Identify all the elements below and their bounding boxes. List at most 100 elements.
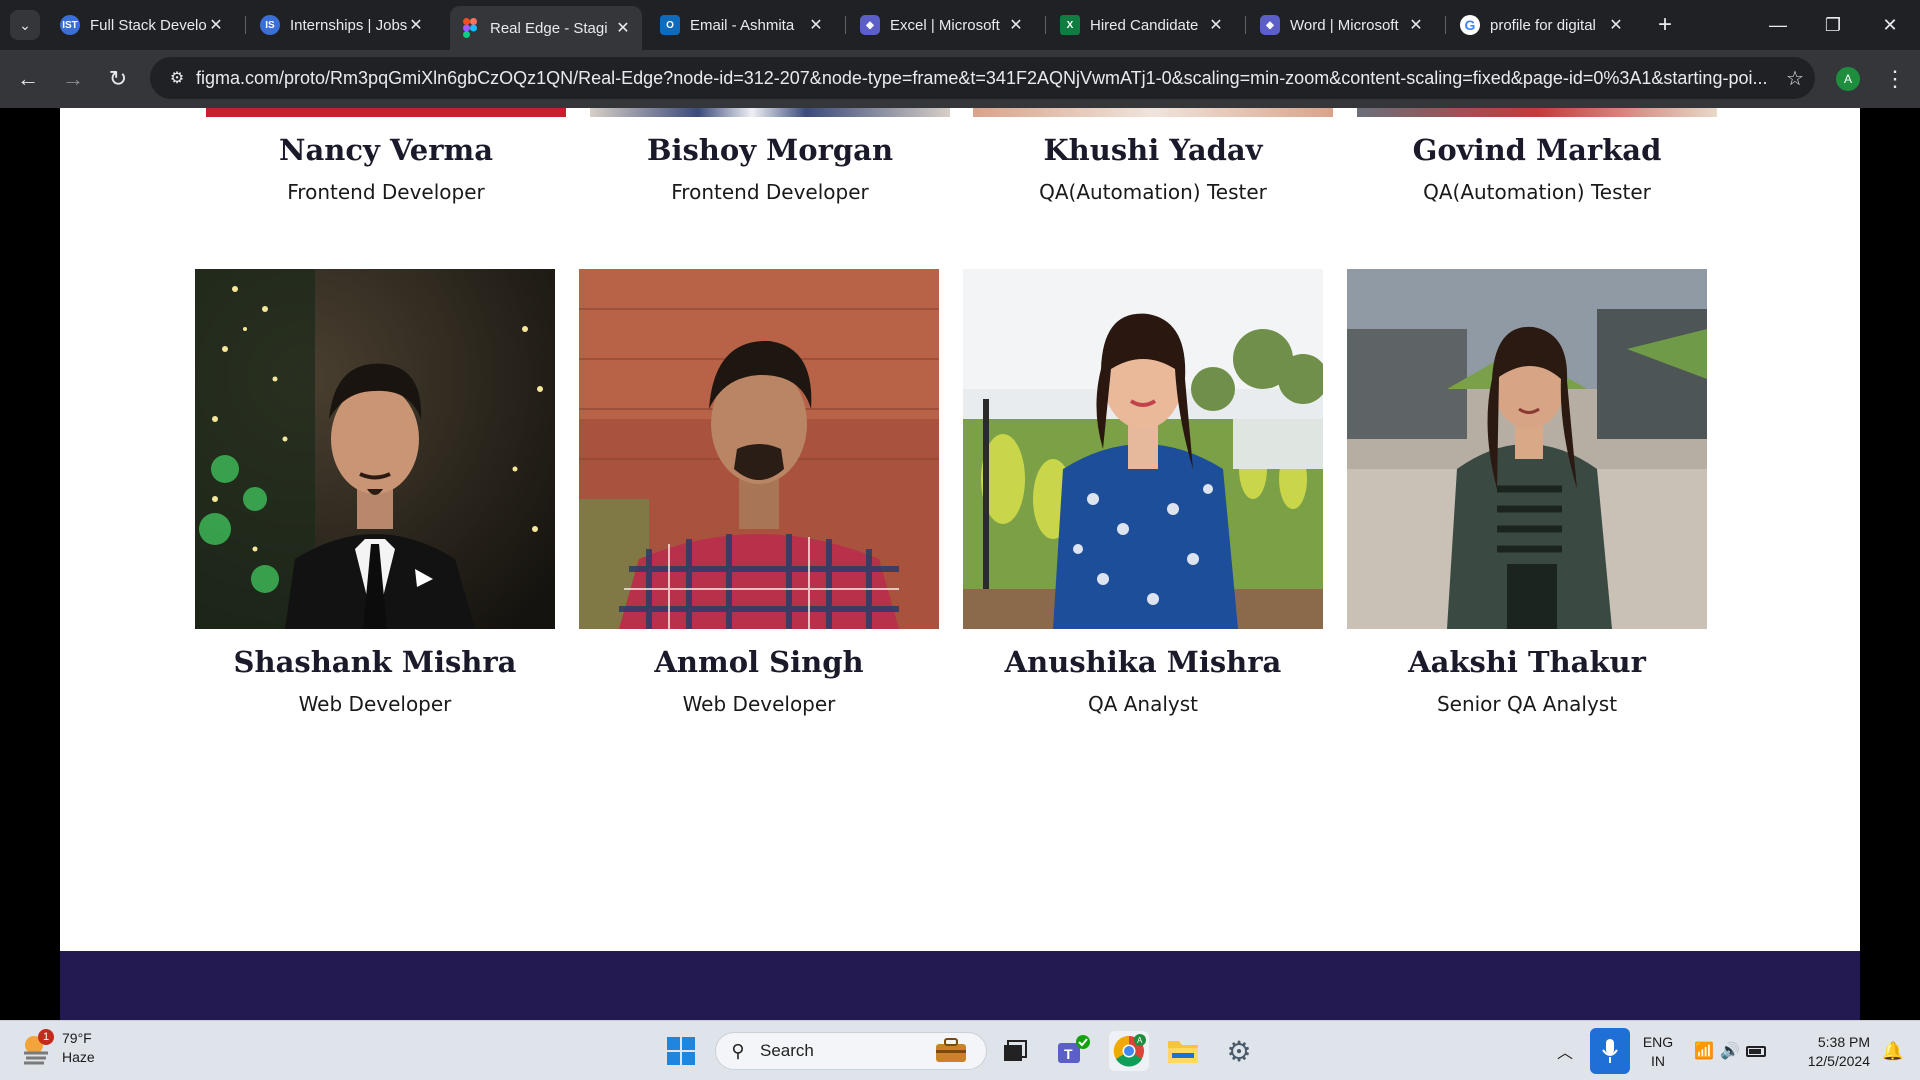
browser-toolbar: ← → ↻ ⚙ figma.com/proto/Rm3pqGmiXln6gbCz… <box>0 50 1920 108</box>
task-view-button[interactable] <box>995 1031 1035 1071</box>
tab-title: Full Stack Develo <box>90 16 207 34</box>
close-icon: ✕ <box>1882 14 1898 35</box>
notification-bell-icon: 🔔 <box>1881 1040 1905 1061</box>
address-bar[interactable]: ⚙ figma.com/proto/Rm3pqGmiXln6gbCzOQz1QN… <box>150 57 1815 99</box>
url-text[interactable]: figma.com/proto/Rm3pqGmiXln6gbCzOQz1QN/R… <box>194 68 1775 89</box>
close-window-button[interactable]: ✕ <box>1870 10 1910 40</box>
shashank-mishra-photo <box>195 269 555 629</box>
tab-google[interactable]: G profile for digital ✕ <box>1450 8 1635 42</box>
copilot-icon: ◆ <box>1260 15 1280 35</box>
settings-button[interactable]: ⚙ <box>1219 1031 1259 1071</box>
taskbar: 1 79°F Haze ⚲ Search T A ⚙ ︿ ENG IN 📶 🔊 … <box>0 1020 1920 1080</box>
tab-divider <box>1045 16 1046 34</box>
chrome-button[interactable]: A <box>1109 1031 1149 1071</box>
close-icon[interactable]: ✕ <box>1607 15 1625 35</box>
new-tab-button[interactable]: + <box>1650 10 1680 40</box>
bookmark-star-icon[interactable]: ☆ <box>1775 66 1815 91</box>
restore-button[interactable]: ❐ <box>1813 10 1853 40</box>
anushika-mishra-photo <box>963 269 1323 629</box>
tab-excel[interactable]: ◆ Excel | Microsoft ✕ <box>850 8 1035 42</box>
haze-weather-icon: 1 <box>20 1029 54 1065</box>
anmol-singh-photo <box>579 269 939 629</box>
reload-button[interactable]: ↻ <box>103 64 133 94</box>
tab-hired-candidate[interactable]: X Hired Candidate ✕ <box>1050 8 1235 42</box>
region-text: IN <box>1651 1053 1665 1069</box>
member-role: QA Analyst <box>1087 692 1199 716</box>
tab-divider <box>845 16 846 34</box>
gear-icon: ⚙ <box>1226 1035 1252 1067</box>
member-name: Aakshi Thakur <box>1408 645 1646 679</box>
volume-icon: 🔊 <box>1720 1043 1740 1060</box>
minimize-icon: — <box>1769 14 1787 35</box>
member-name: Khushi Yadav <box>1043 133 1263 167</box>
site-settings-icon[interactable]: ⚙ <box>160 68 194 88</box>
tab-internships[interactable]: IS Internships | Jobs ✕ <box>250 8 435 42</box>
search-icon: ⚲ <box>731 1040 745 1061</box>
member-role: Web Developer <box>682 692 836 716</box>
profile-avatar[interactable]: A <box>1836 67 1860 91</box>
copilot-icon: ◆ <box>860 15 880 35</box>
notification-center-button[interactable]: 🔔 <box>1878 1031 1908 1071</box>
member-role: QA(Automation) Tester <box>1423 180 1651 204</box>
tab-divider <box>1445 16 1446 34</box>
tab-word[interactable]: ◆ Word | Microsoft ✕ <box>1250 8 1435 42</box>
reload-icon: ↻ <box>108 66 128 91</box>
member-role: Frontend Developer <box>287 180 485 204</box>
member-name: Bishoy Morgan <box>646 133 894 167</box>
wifi-icon: 📶 <box>1694 1043 1714 1060</box>
microphone-button[interactable] <box>1590 1028 1630 1074</box>
restore-icon: ❐ <box>1824 14 1842 35</box>
plus-icon: + <box>1657 11 1672 38</box>
google-icon: G <box>1460 15 1480 35</box>
close-icon[interactable]: ✕ <box>807 15 825 35</box>
time-text: 5:38 PM <box>1817 1034 1870 1050</box>
tab-divider <box>245 16 246 34</box>
teams-button[interactable]: T <box>1053 1031 1093 1071</box>
bishoy-morgan-photo <box>590 108 950 117</box>
clock[interactable]: 5:38 PM 12/5/2024 <box>1790 1033 1870 1071</box>
aakshi-thakur-photo <box>1347 269 1707 629</box>
tab-title: Internships | Jobs <box>290 16 407 34</box>
close-icon[interactable]: ✕ <box>1007 15 1025 35</box>
excel-icon: X <box>1060 15 1080 35</box>
tab-search-button[interactable]: ⌄ <box>10 10 40 40</box>
back-button[interactable]: ← <box>13 64 43 94</box>
file-explorer-button[interactable] <box>1163 1031 1203 1071</box>
close-icon[interactable]: ✕ <box>1207 15 1225 35</box>
tab-full-stack[interactable]: IST Full Stack Develo ✕ <box>50 8 235 42</box>
arrow-right-icon: → <box>62 66 84 91</box>
close-icon[interactable]: ✕ <box>1407 15 1425 35</box>
chrome-icon: A <box>1113 1034 1146 1067</box>
member-name: Anushika Mishra <box>1004 645 1282 679</box>
more-vertical-icon: ⋮ <box>1884 66 1906 91</box>
tab-real-edge[interactable]: Real Edge - Stagi ✕ <box>450 6 642 50</box>
language-text: ENG <box>1642 1034 1674 1050</box>
svg-text:A: A <box>1137 1036 1143 1045</box>
member-role: Frontend Developer <box>671 180 869 204</box>
quick-settings-button[interactable]: 📶 🔊 <box>1690 1031 1770 1071</box>
footer-band <box>60 951 1860 1020</box>
weather-widget[interactable]: 1 79°F Haze <box>20 1029 95 1067</box>
weather-condition-text: Haze <box>62 1049 95 1065</box>
tab-strip: ⌄ IST Full Stack Develo ✕ IS Internships… <box>0 0 1920 50</box>
date-text: 12/5/2024 <box>1807 1053 1870 1069</box>
language-indicator[interactable]: ENG IN <box>1640 1033 1676 1071</box>
tab-title: profile for digital <box>1490 16 1596 34</box>
khushi-yadav-photo <box>973 108 1333 117</box>
close-icon[interactable]: ✕ <box>207 15 225 35</box>
forward-button[interactable]: → <box>58 64 88 94</box>
taskbar-search[interactable]: ⚲ Search <box>715 1032 987 1070</box>
start-button[interactable] <box>661 1031 701 1071</box>
tab-email[interactable]: O Email - Ashmita ✕ <box>650 8 835 42</box>
microphone-icon <box>1602 1039 1618 1063</box>
chevron-up-icon: ︿ <box>1556 1045 1573 1062</box>
close-icon[interactable]: ✕ <box>614 18 632 38</box>
show-hidden-icons-button[interactable]: ︿ <box>1550 1031 1580 1071</box>
tab-title: Excel | Microsoft <box>890 16 1000 34</box>
weather-badge: 1 <box>38 1029 54 1045</box>
member-name: Shashank Mishra <box>233 645 517 679</box>
browser-menu-button[interactable]: ⋮ <box>1880 64 1910 94</box>
close-icon[interactable]: ✕ <box>407 15 425 35</box>
minimize-button[interactable]: — <box>1758 10 1798 40</box>
tab-divider <box>1245 16 1246 34</box>
